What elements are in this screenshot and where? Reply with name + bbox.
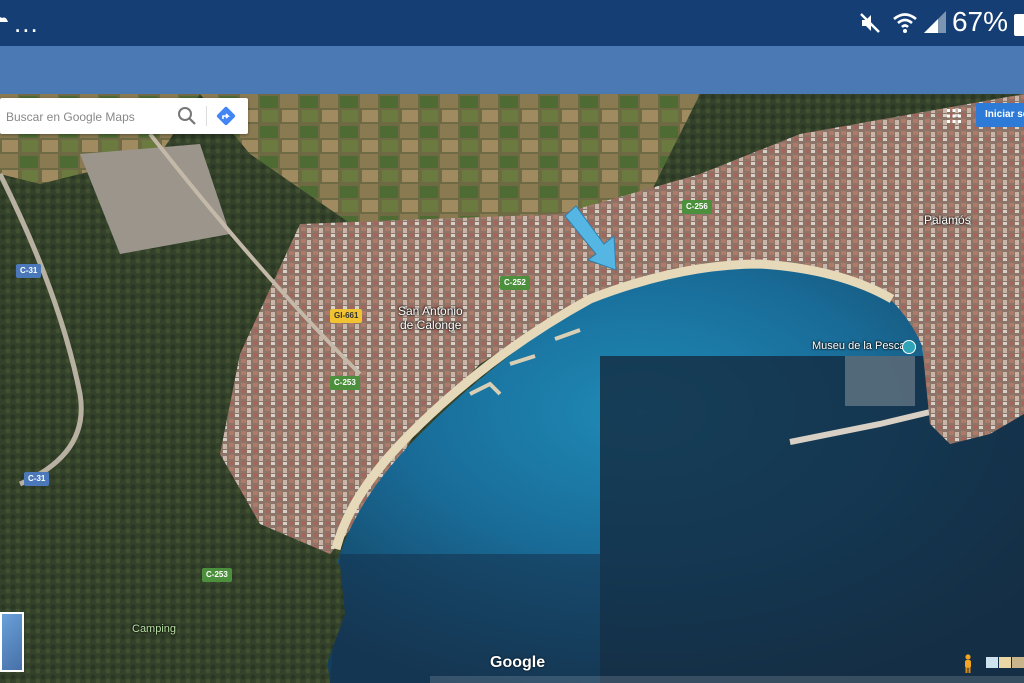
road-shield: C-31 xyxy=(16,264,42,278)
battery-percentage: 67% xyxy=(951,6,1008,37)
battery-icon xyxy=(1014,14,1024,36)
poi-label[interactable]: Museu de la Pesca xyxy=(812,340,906,352)
cloud-upload-icon xyxy=(0,17,8,22)
road-shield: C-253 xyxy=(330,376,360,390)
search-divider xyxy=(206,106,207,126)
pegman-icon[interactable] xyxy=(962,654,974,674)
status-bar: ... 67% xyxy=(0,0,1024,46)
road-shield: C-31 xyxy=(24,472,50,486)
satellite-map[interactable]: C-31 C-31 GI-661 C-253 C-253 C-252 C-256… xyxy=(0,94,1024,683)
search-box xyxy=(0,98,248,134)
directions-icon[interactable] xyxy=(214,104,238,128)
map-attribution xyxy=(430,676,1024,683)
google-logo: Google xyxy=(490,654,546,671)
apps-grid-icon[interactable] xyxy=(946,108,962,124)
place-label[interactable]: de Calonge xyxy=(400,318,461,332)
place-label[interactable]: Palamós xyxy=(924,213,971,227)
museum-pin-icon[interactable] xyxy=(902,340,916,354)
imagery-thumbnails[interactable] xyxy=(986,657,1024,668)
poi-label[interactable]: Camping xyxy=(132,623,176,635)
road-shield: C-253 xyxy=(202,568,232,582)
road-shield: GI-661 xyxy=(330,309,363,323)
map-type-thumbnail[interactable] xyxy=(0,612,24,672)
road-shield: C-256 xyxy=(682,200,712,214)
map-imagery xyxy=(0,94,1024,683)
mute-icon xyxy=(860,13,880,33)
sign-in-button[interactable]: Iniciar se xyxy=(976,103,1024,127)
signal-icon xyxy=(924,11,946,33)
search-icon[interactable] xyxy=(176,105,198,127)
wifi-icon xyxy=(893,13,917,33)
notification-overflow: ... xyxy=(14,8,39,38)
road-shield: C-252 xyxy=(500,276,530,290)
search-input[interactable] xyxy=(4,105,168,129)
app-bar xyxy=(0,46,1024,94)
place-label[interactable]: San Antonio xyxy=(398,304,463,318)
